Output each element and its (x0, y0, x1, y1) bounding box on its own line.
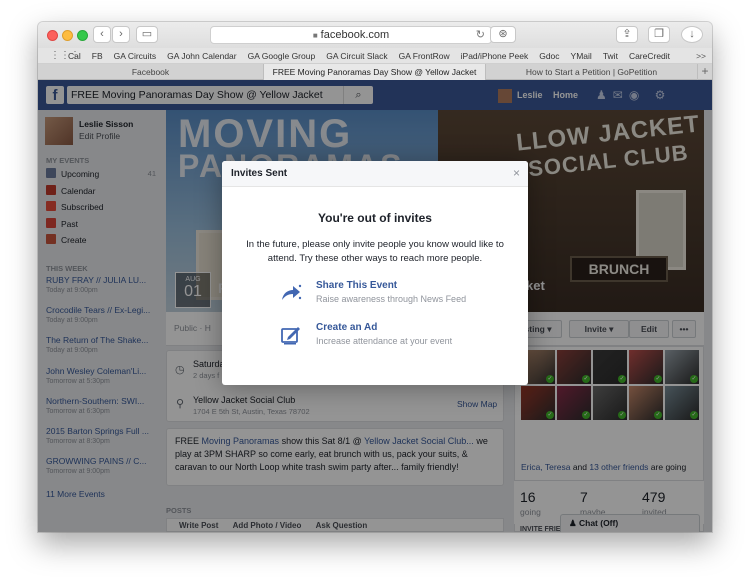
favorite-item[interactable]: Gdoc (539, 51, 559, 61)
close-window-button[interactable] (47, 30, 58, 41)
downloads-button[interactable]: ↓ (681, 26, 703, 43)
tab-gopetition[interactable]: How to Start a Petition | GoPetition (486, 64, 698, 80)
favorite-item[interactable]: GA Google Group (248, 51, 316, 61)
create-ad-icon (281, 327, 300, 345)
share-event-subtitle: Raise awareness through News Feed (316, 294, 467, 304)
favorite-item[interactable]: CareCredit (629, 51, 670, 61)
address-bar[interactable]: ■ facebook.com ↻ (210, 26, 492, 44)
favorite-item[interactable]: Cal (68, 51, 81, 61)
favorite-item[interactable]: GA FrontRow (399, 51, 450, 61)
close-icon[interactable]: × (513, 166, 520, 180)
share-event-title[interactable]: Share This Event (316, 280, 397, 291)
dialog-header: Invites Sent × (222, 161, 528, 187)
favorite-item[interactable]: GA Circuit Slack (326, 51, 387, 61)
create-ad-title[interactable]: Create an Ad (316, 322, 377, 333)
tab-bar: Facebook FREE Moving Panoramas Day Show … (38, 64, 712, 80)
forward-button[interactable]: › (112, 26, 130, 43)
sidebar-toggle-button[interactable]: ▭ (136, 26, 158, 43)
share-icon (282, 284, 302, 300)
favorites-more[interactable]: >> (696, 48, 706, 64)
share-button[interactable]: ⇪ (616, 26, 638, 43)
browser-toolbar: ‹ › ▭ ■ facebook.com ↻ ⊛ ⇪ ❐ ↓ (38, 22, 712, 48)
invites-sent-dialog: Invites Sent × You're out of invites In … (222, 161, 528, 385)
url-text: facebook.com (320, 29, 390, 41)
favorite-item[interactable]: YMail (571, 51, 592, 61)
dialog-body: In the future, please only invite people… (246, 239, 504, 264)
reload-icon[interactable]: ↻ (476, 27, 485, 43)
favorite-item[interactable]: iPad/iPhone Peek (461, 51, 529, 61)
zoom-window-button[interactable] (77, 30, 88, 41)
favorite-item[interactable]: Twit (603, 51, 618, 61)
new-tab-button[interactable]: + (698, 64, 712, 80)
grid-icon[interactable]: ⋮⋮⋮ (50, 51, 80, 61)
reader-button[interactable]: ⊛ (490, 26, 516, 43)
minimize-window-button[interactable] (62, 30, 73, 41)
tab-moving-panoramas[interactable]: FREE Moving Panoramas Day Show @ Yellow … (264, 64, 486, 80)
tab-facebook[interactable]: Facebook (38, 64, 264, 80)
favorite-item[interactable]: GA John Calendar (167, 51, 236, 61)
dialog-heading: You're out of invites (318, 211, 432, 225)
back-button[interactable]: ‹ (93, 26, 111, 43)
favorites-bar: ⋮⋮⋮ Cal FB GA Circuits GA John Calendar GA G… (38, 48, 712, 64)
lock-icon: ■ (312, 31, 318, 40)
dialog-title: Invites Sent (231, 168, 288, 179)
favorite-item[interactable]: GA Circuits (114, 51, 157, 61)
favorite-item[interactable]: FB (92, 51, 103, 61)
tabs-overview-button[interactable]: ❐ (648, 26, 670, 43)
create-ad-subtitle: Increase attendance at your event (316, 336, 453, 346)
